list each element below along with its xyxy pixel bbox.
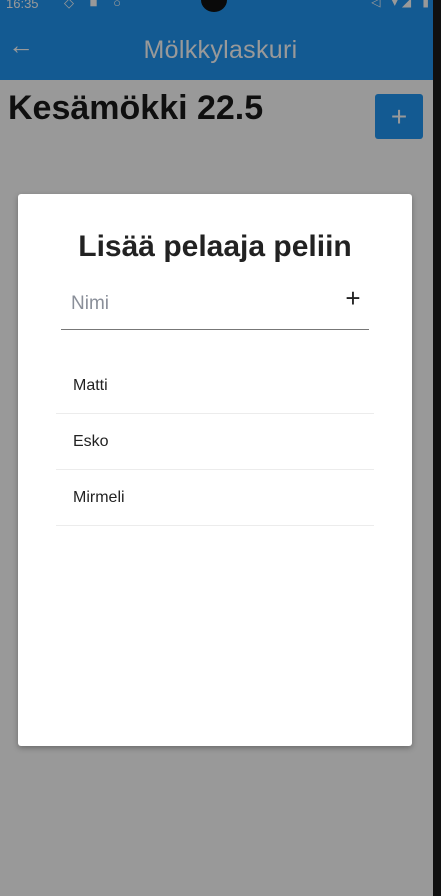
player-list-item[interactable]: Esko xyxy=(56,414,374,470)
input-underline xyxy=(61,329,369,330)
player-name-input[interactable] xyxy=(61,286,331,322)
add-player-dialog: Lisää pelaaja peliin + Matti Esko Mirmel… xyxy=(18,194,412,746)
add-player-plus-icon[interactable]: + xyxy=(341,284,365,312)
dialog-title: Lisää pelaaja peliin xyxy=(78,230,352,263)
player-list: Matti Esko Mirmeli xyxy=(56,358,374,526)
player-list-item[interactable]: Matti xyxy=(56,358,374,414)
player-list-item[interactable]: Mirmeli xyxy=(56,470,374,526)
